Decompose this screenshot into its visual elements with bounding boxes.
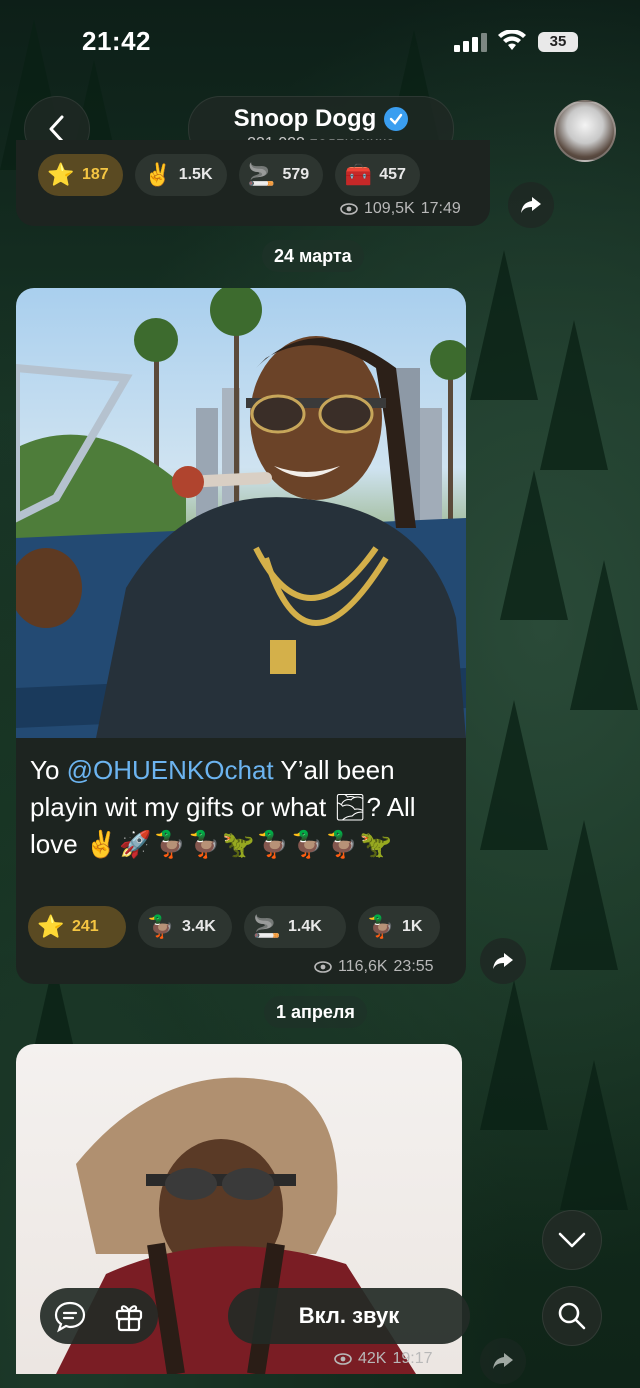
share-arrow-icon (493, 1353, 513, 1369)
search-button[interactable] (542, 1286, 602, 1346)
share-button[interactable] (480, 1338, 526, 1384)
message-meta: 42K 19:17 (334, 1350, 433, 1368)
reaction-chip[interactable]: ✌ 1.5K (134, 154, 227, 196)
reaction-count: 579 (282, 166, 310, 183)
view-count: 109,5K (364, 200, 415, 217)
chevron-down-icon (558, 1232, 586, 1248)
mention-link[interactable]: @OHUENKOchat (67, 755, 274, 785)
share-arrow-icon (521, 197, 541, 213)
reaction-count: 457 (379, 166, 406, 183)
reaction-chip[interactable]: 🚬 1.4K (244, 906, 346, 948)
text-segment: Yo (30, 755, 67, 785)
reaction-chip[interactable]: 🧰 457 (335, 154, 420, 196)
comment-icon (54, 1301, 85, 1333)
channel-title: Snoop Dogg (233, 105, 377, 132)
date-separator: 24 марта (262, 240, 364, 272)
share-button[interactable] (508, 182, 554, 228)
date-separator: 1 апреля (264, 996, 367, 1028)
channel-avatar[interactable] (554, 100, 616, 162)
view-count: 42K (358, 1350, 387, 1367)
reaction-chip[interactable]: ⭐ 187 (38, 154, 123, 196)
eye-icon (314, 961, 332, 973)
view-count: 116,6K (338, 958, 388, 975)
reaction-count: 1.4K (288, 918, 322, 935)
search-icon (558, 1302, 586, 1330)
wifi-icon (498, 30, 526, 50)
scroll-down-button[interactable] (542, 1210, 602, 1270)
post-photo[interactable] (16, 288, 466, 738)
message-time: 17:49 (420, 200, 461, 217)
message-card-previous: ⭐ 187 ✌ 1.5K 🚬 579 🧰 457 109,5K 17:49 (16, 140, 490, 226)
joint-icon: 🚬 (247, 162, 276, 187)
reaction-chip[interactable]: ⭐ 241 (28, 906, 126, 948)
share-button[interactable] (480, 938, 526, 984)
verified-badge-icon (384, 107, 409, 131)
reaction-count: 241 (72, 918, 99, 935)
reaction-chip[interactable]: 🦆 3.4K (138, 906, 232, 948)
status-bar: 21:42 35 (0, 0, 640, 86)
share-arrow-icon (493, 953, 513, 969)
reaction-chip[interactable]: 🚬 579 (238, 154, 324, 196)
post-text: Yo @OHUENKOchat Y’all been playin wit my… (30, 752, 450, 863)
duck-icon: 🦆 (367, 914, 395, 939)
reaction-count: 1K (402, 918, 423, 935)
message-meta: 116,6K 23:55 (314, 958, 434, 976)
reactions-row: ⭐ 241 🦆 3.4K 🚬 1.4K 🦆 1K (28, 906, 440, 948)
text-segment: love (30, 829, 78, 859)
photo-illustration (16, 288, 466, 738)
status-time: 21:42 (82, 26, 151, 56)
message-time: 23:55 (393, 958, 434, 975)
reaction-count: 187 (82, 166, 109, 183)
eye-icon (340, 203, 358, 215)
bottom-actions (40, 1288, 158, 1344)
cellular-signal-icon (454, 32, 488, 52)
duck-icon: 🦆 (147, 914, 175, 939)
unmute-button[interactable]: Вкл. звук (228, 1288, 470, 1344)
reaction-count: 1.5K (178, 166, 213, 183)
reaction-chip[interactable]: 🦆 1K (358, 906, 440, 948)
message-meta: 109,5K 17:49 (340, 200, 461, 218)
reactions-row: ⭐ 187 ✌ 1.5K 🚬 579 🧰 457 (38, 154, 420, 196)
joint-icon: 🚬 (253, 914, 281, 939)
custom-emoji-row: ✌🚀🦆🦆🦖🦆🦆🦆🦖 (84, 829, 395, 859)
battery-indicator: 35 (538, 32, 578, 52)
toolbox-icon: 🧰 (344, 162, 372, 187)
eye-icon (334, 1353, 352, 1365)
message-time: 19:17 (392, 1350, 433, 1367)
victory-hand-icon: ✌ (144, 162, 172, 187)
comments-button[interactable] (53, 1299, 87, 1333)
gift-icon (115, 1305, 142, 1332)
star-icon: ⭐ (47, 162, 75, 187)
reaction-count: 3.4K (182, 918, 216, 935)
star-icon: ⭐ (37, 914, 65, 939)
gift-button[interactable] (112, 1299, 146, 1333)
